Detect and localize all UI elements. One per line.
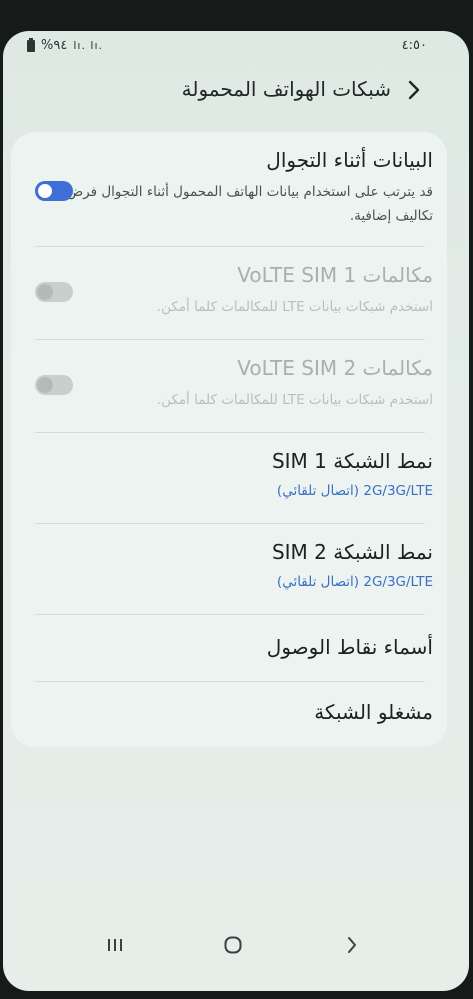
toggle-knob (37, 284, 53, 300)
settings-card: البيانات أثناء التجوال قد يترتب على استخ… (11, 132, 447, 747)
toggle-knob (36, 182, 54, 200)
volte-sim1-title: مكالمات VoLTE SIM 1 (237, 263, 433, 287)
access-point-names-title: أسماء نقاط الوصول (266, 635, 433, 659)
back-arrow-icon[interactable] (399, 75, 429, 105)
network-mode-sim2-value: 2G/3G/LTE (اتصال تلقائي) (276, 574, 433, 590)
navigation-bar (3, 921, 469, 971)
app-bar: شبكات الهواتف المحمولة (3, 67, 469, 115)
status-indicators: %٩٤ lı. lı. (27, 37, 104, 53)
roaming-toggle[interactable] (35, 181, 73, 201)
volte-sim2-setting[interactable]: مكالمات VoLTE SIM 2 استخدم شبكات بيانات … (11, 340, 447, 432)
volte-sim1-setting[interactable]: مكالمات VoLTE SIM 1 استخدم شبكات بيانات … (11, 247, 447, 339)
volte-sim1-subtitle: استخدم شبكات بيانات LTE للمكالمات كلما أ… (156, 299, 433, 315)
volte-sim1-toggle[interactable] (35, 282, 73, 302)
battery-level: %٩٤ (41, 38, 68, 53)
page-title: شبكات الهواتف المحمولة (181, 77, 391, 101)
network-mode-sim2-setting[interactable]: نمط الشبكة SIM 2 2G/3G/LTE (اتصال تلقائي… (11, 524, 447, 614)
phone-screen: %٩٤ lı. lı. ٤:٥٠ شبكات الهواتف المحمولة … (3, 31, 469, 991)
home-icon[interactable] (213, 929, 253, 961)
back-icon[interactable] (332, 929, 372, 961)
network-operators-title: مشغلو الشبكة (314, 700, 433, 724)
roaming-subtitle: قد يترتب على استخدام بيانات الهاتف المحم… (66, 184, 433, 224)
toggle-knob (37, 377, 53, 393)
access-point-names-setting[interactable]: أسماء نقاط الوصول (11, 615, 447, 681)
battery-icon (27, 37, 35, 52)
roaming-setting[interactable]: البيانات أثناء التجوال قد يترتب على استخ… (11, 132, 447, 246)
network-mode-sim1-setting[interactable]: نمط الشبكة SIM 1 2G/3G/LTE (اتصال تلقائي… (11, 433, 447, 523)
signal-icon: lı. lı. (73, 39, 104, 52)
network-mode-sim1-value: 2G/3G/LTE (اتصال تلقائي) (276, 483, 433, 499)
clock: ٤:٥٠ (401, 38, 427, 53)
network-operators-setting[interactable]: مشغلو الشبكة (11, 682, 447, 747)
network-mode-sim1-title: نمط الشبكة SIM 1 (271, 449, 433, 473)
volte-sim2-title: مكالمات VoLTE SIM 2 (237, 356, 433, 380)
volte-sim2-subtitle: استخدم شبكات بيانات LTE للمكالمات كلما أ… (156, 392, 433, 408)
volte-sim2-toggle[interactable] (35, 375, 73, 395)
network-mode-sim2-title: نمط الشبكة SIM 2 (271, 540, 433, 564)
recent-apps-icon[interactable] (95, 929, 135, 961)
status-bar: %٩٤ lı. lı. ٤:٥٠ (3, 31, 469, 61)
roaming-title: البيانات أثناء التجوال (266, 148, 433, 172)
